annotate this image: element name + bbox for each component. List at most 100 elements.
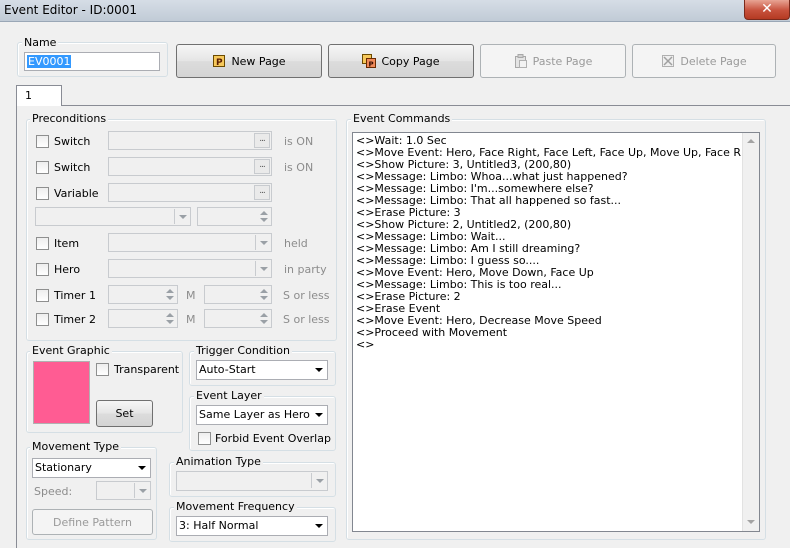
item-dropdown[interactable] xyxy=(108,233,272,252)
command-line[interactable]: <> xyxy=(356,339,374,351)
chevron-down-icon xyxy=(174,209,189,224)
hero-checkbox[interactable] xyxy=(36,263,49,276)
chevron-down-icon xyxy=(311,518,326,533)
timer2-seconds-spinner[interactable] xyxy=(204,309,272,328)
vertical-scrollbar[interactable] xyxy=(742,133,759,531)
new-page-label: New Page xyxy=(231,54,286,68)
switch1-browse-button[interactable]: ... xyxy=(254,133,270,148)
switch1-field[interactable]: ... xyxy=(108,131,272,150)
new-page-button[interactable]: P New Page xyxy=(176,44,322,78)
title-bar: Event Editor - ID:0001 ✕ xyxy=(0,0,790,22)
delete-page-label: Delete Page xyxy=(680,54,747,68)
variable-browse-button[interactable]: ... xyxy=(254,185,270,200)
trigger-condition-label: Trigger Condition xyxy=(194,344,292,357)
spinner-icon[interactable] xyxy=(257,209,270,224)
variable-label: Variable xyxy=(54,187,99,200)
switch1-suffix: is ON xyxy=(284,135,314,148)
timer1-checkbox[interactable] xyxy=(36,289,49,302)
window-title: Event Editor - ID:0001 xyxy=(4,3,138,17)
item-checkbox[interactable] xyxy=(36,237,49,250)
speed-dropdown[interactable] xyxy=(96,481,151,500)
svg-text:P: P xyxy=(369,61,374,69)
copy-page-label: Copy Page xyxy=(381,54,440,68)
timer1-label: Timer 1 xyxy=(54,289,96,302)
copy-page-button[interactable]: P Copy Page xyxy=(328,44,474,78)
transparent-checkbox[interactable] xyxy=(96,363,109,376)
delete-page-icon xyxy=(661,54,675,68)
chevron-down-icon xyxy=(255,235,270,250)
event-layer-label: Event Layer xyxy=(194,389,264,402)
chevron-down-icon xyxy=(255,261,270,276)
timer1-unit: M xyxy=(186,289,196,302)
event-graphic-label: Event Graphic xyxy=(30,344,112,357)
variable-checkbox[interactable] xyxy=(36,187,49,200)
event-commands-list[interactable]: <>Wait: 1.0 Sec <>Move Event: Hero, Face … xyxy=(352,132,760,532)
spinner-icon[interactable] xyxy=(257,287,270,302)
variable-value-spinner[interactable] xyxy=(197,207,272,226)
paste-page-button[interactable]: Paste Page xyxy=(480,44,626,78)
switch2-suffix: is ON xyxy=(284,161,314,174)
timer2-unit: M xyxy=(186,313,196,326)
chevron-down-icon xyxy=(311,362,326,377)
switch2-label: Switch xyxy=(54,161,91,174)
chevron-down-icon xyxy=(134,483,149,498)
copy-page-icon: P xyxy=(362,54,377,69)
transparent-label: Transparent xyxy=(114,363,180,376)
hero-suffix: in party xyxy=(284,263,327,276)
event-graphic-preview[interactable] xyxy=(33,361,90,424)
switch1-checkbox[interactable] xyxy=(36,135,49,148)
timer1-suffix: S or less xyxy=(283,289,330,302)
paste-page-icon xyxy=(514,54,528,68)
name-group-label: Name xyxy=(22,36,59,49)
switch2-browse-button[interactable]: ... xyxy=(254,159,270,174)
command-line[interactable]: <>Proceed with Movement xyxy=(356,327,507,339)
trigger-condition-dropdown[interactable]: Auto-Start xyxy=(196,360,328,380)
item-label: Item xyxy=(54,237,80,250)
switch1-label: Switch xyxy=(54,135,91,148)
item-suffix: held xyxy=(284,237,308,250)
hero-dropdown[interactable] xyxy=(108,259,272,278)
movement-frequency-label: Movement Frequency xyxy=(174,500,297,513)
scroll-up-icon[interactable] xyxy=(743,133,759,150)
event-name-text: EV0001 xyxy=(27,55,72,68)
spinner-icon[interactable] xyxy=(163,311,176,326)
hero-label: Hero xyxy=(54,263,81,276)
forbid-overlap-checkbox[interactable] xyxy=(198,432,211,445)
movement-type-dropdown[interactable]: Stationary xyxy=(32,458,151,478)
switch2-field[interactable]: ... xyxy=(108,157,272,176)
animation-type-dropdown[interactable] xyxy=(176,471,328,491)
timer1-minutes-spinner[interactable] xyxy=(108,285,178,304)
preconditions-label: Preconditions xyxy=(30,112,109,125)
forbid-overlap-label: Forbid Event Overlap xyxy=(215,432,331,445)
movement-frequency-dropdown[interactable]: 3: Half Normal xyxy=(176,516,328,536)
preconditions-group xyxy=(26,119,337,341)
variable-field[interactable]: ... xyxy=(108,183,272,202)
event-layer-dropdown[interactable]: Same Layer as Hero xyxy=(196,405,328,425)
timer1-seconds-spinner[interactable] xyxy=(204,285,272,304)
variable-compare-dropdown[interactable] xyxy=(35,207,191,226)
event-commands-label: Event Commands xyxy=(351,112,453,125)
svg-text:P: P xyxy=(216,58,223,68)
movement-type-label: Movement Type xyxy=(30,440,122,453)
chevron-down-icon xyxy=(311,407,326,422)
spinner-icon[interactable] xyxy=(257,311,270,326)
chevron-down-icon xyxy=(134,460,149,475)
timer2-minutes-spinner[interactable] xyxy=(108,309,178,328)
paste-page-label: Paste Page xyxy=(532,54,593,68)
speed-label: Speed: xyxy=(34,485,73,498)
chevron-down-icon xyxy=(311,473,326,488)
set-graphic-button[interactable]: Set xyxy=(96,400,153,427)
timer2-suffix: S or less xyxy=(283,313,330,326)
tab-page-1[interactable]: 1 xyxy=(16,85,62,106)
event-name-input[interactable]: EV0001 xyxy=(24,52,160,71)
new-page-icon: P xyxy=(212,54,226,68)
switch2-checkbox[interactable] xyxy=(36,161,49,174)
scroll-down-icon[interactable] xyxy=(743,514,759,531)
delete-page-button[interactable]: Delete Page xyxy=(632,44,776,78)
timer2-label: Timer 2 xyxy=(54,313,96,326)
timer2-checkbox[interactable] xyxy=(36,313,49,326)
close-button[interactable]: ✕ xyxy=(744,0,790,20)
define-pattern-button[interactable]: Define Pattern xyxy=(32,509,153,535)
animation-type-label: Animation Type xyxy=(174,455,263,468)
spinner-icon[interactable] xyxy=(163,287,176,302)
